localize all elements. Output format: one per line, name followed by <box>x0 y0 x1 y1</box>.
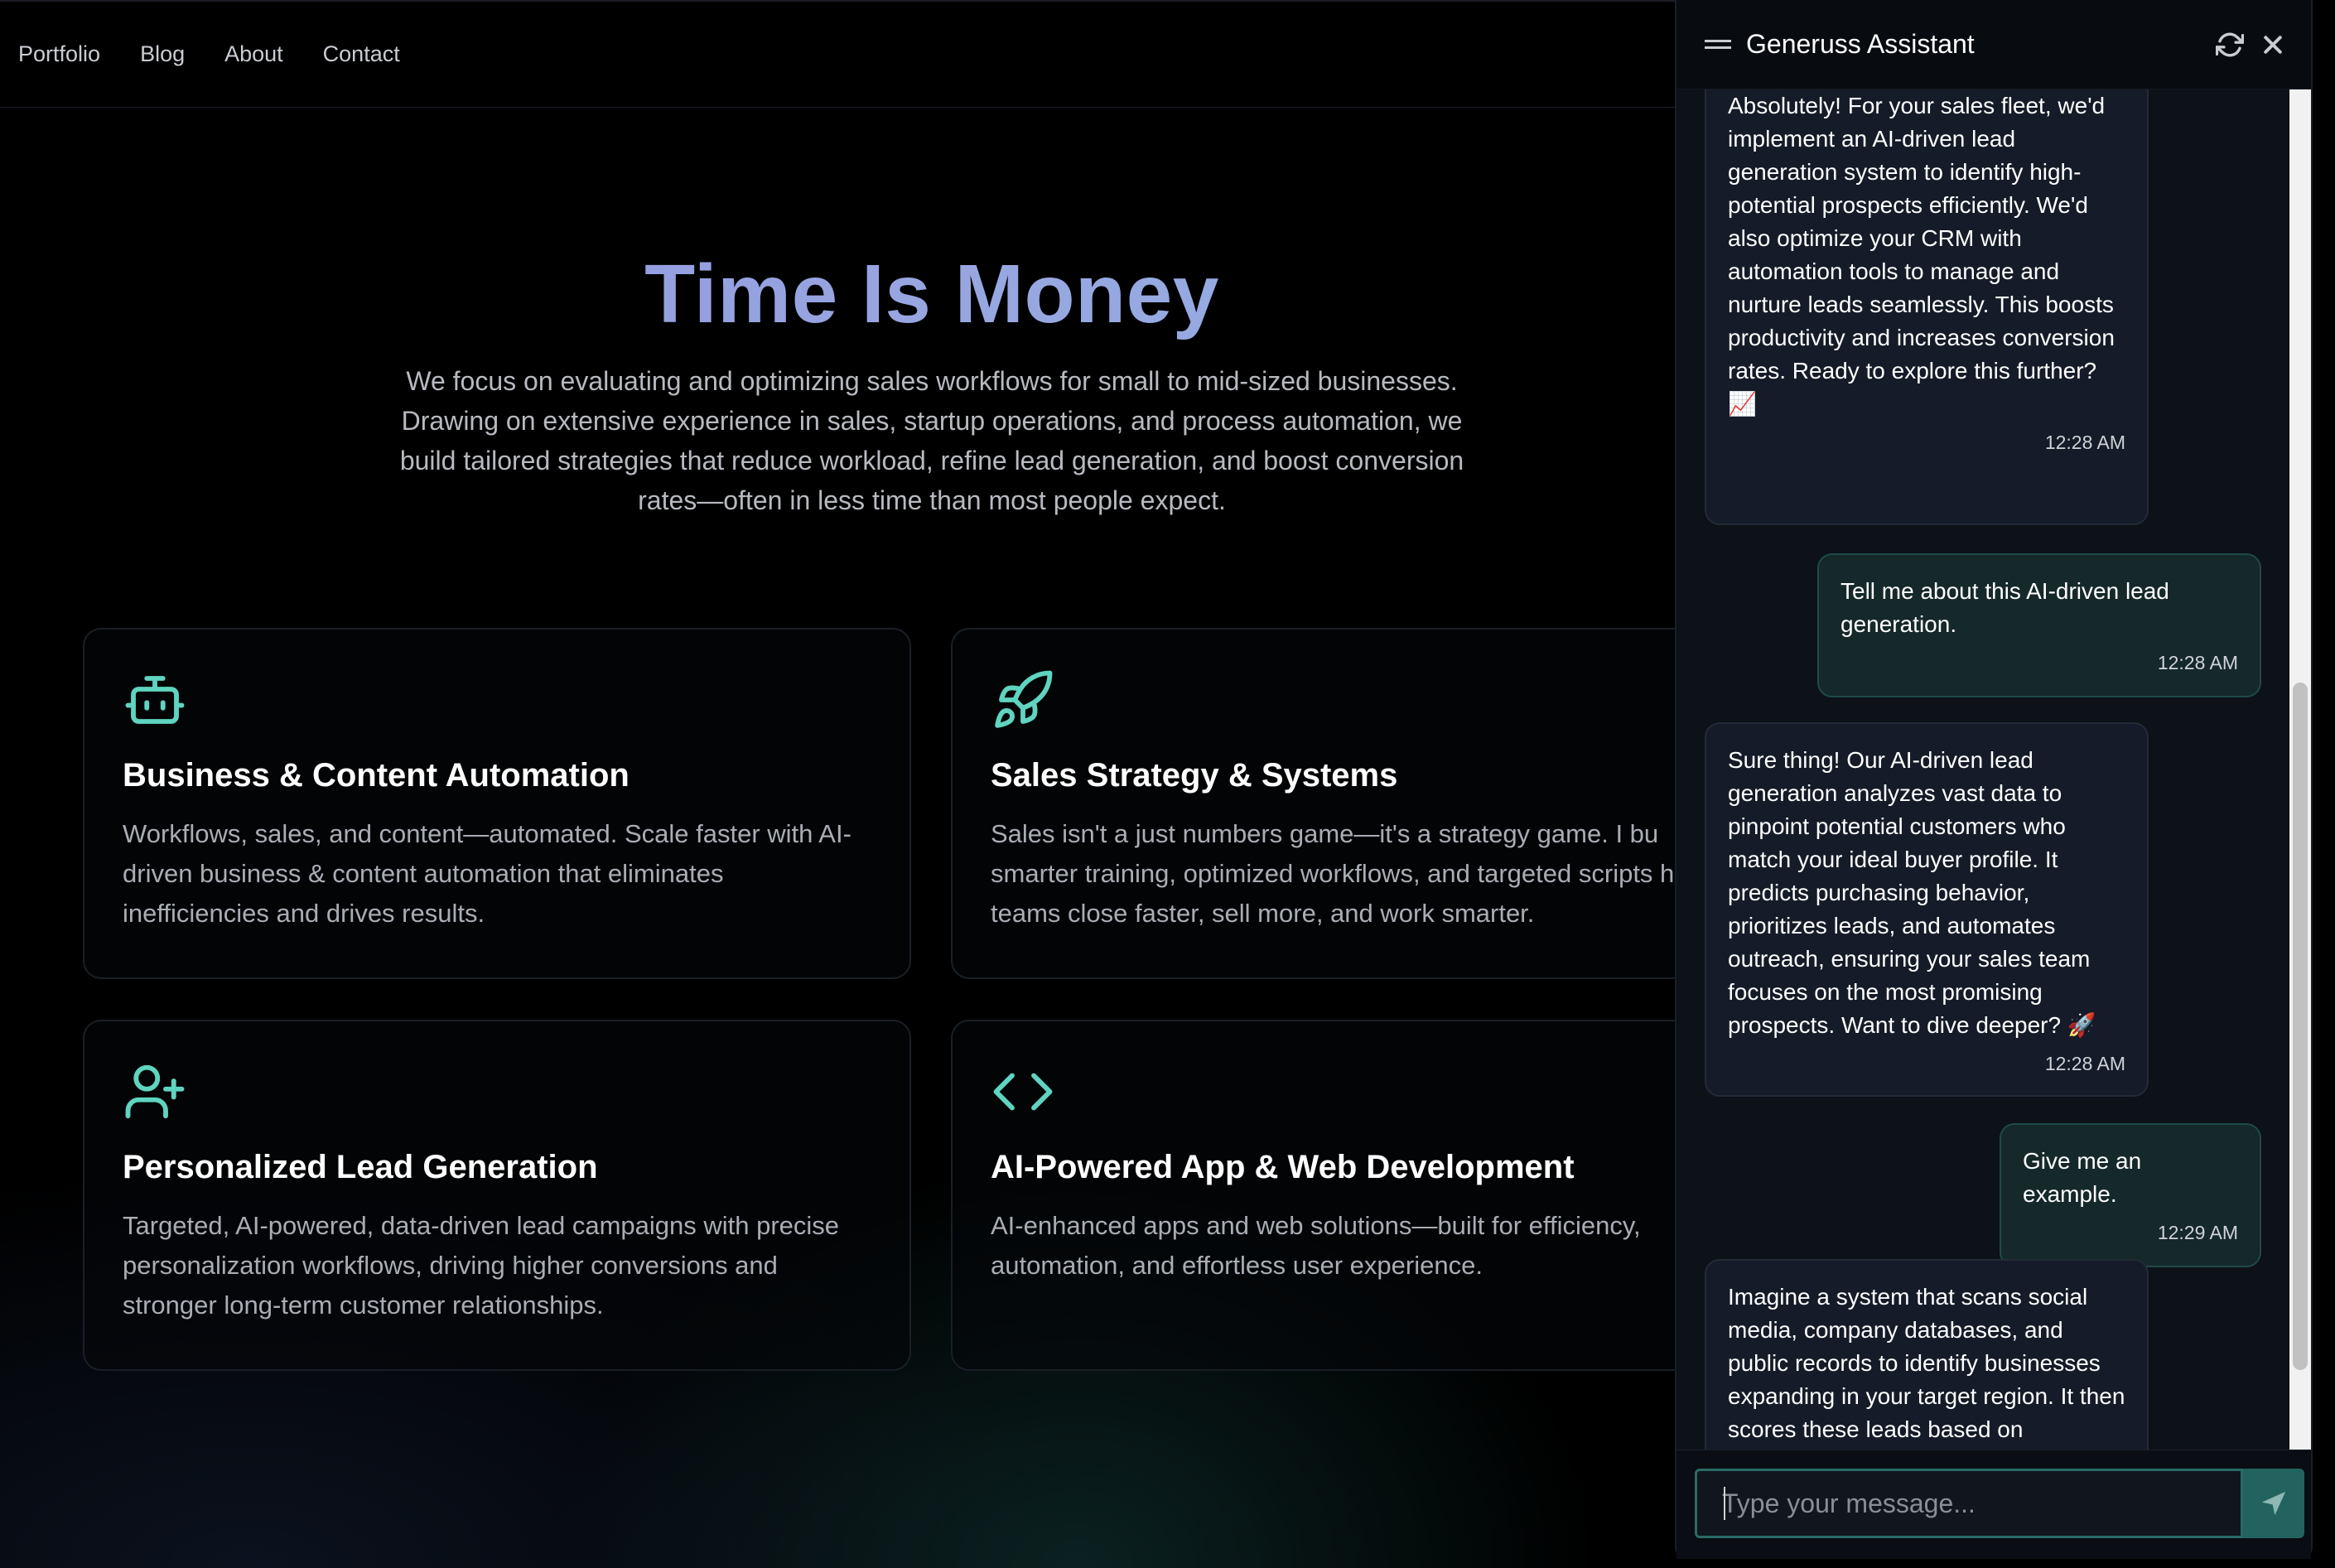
send-button[interactable] <box>2243 1469 2304 1538</box>
card-text: Sales isn't a just numbers game—it's a s… <box>991 819 1709 928</box>
user-message: Tell me about this AI-driven lead genera… <box>1817 553 2261 697</box>
service-card-automation: Business & Content Automation Workflows,… <box>83 628 911 979</box>
service-card-sales-strategy: Sales Strategy & Systems Sales isn't a j… <box>951 628 1779 979</box>
message-timestamp: 12:28 AM <box>2044 1053 2125 1074</box>
text-cursor <box>1724 1487 1725 1520</box>
chat-scrollbar-thumb[interactable] <box>2293 683 2308 1370</box>
chat-panel: Generuss Assistant Absolutely! For your … <box>1675 0 2313 1559</box>
chat-header[interactable]: Generuss Assistant <box>1676 0 2311 89</box>
chat-scrollbar[interactable] <box>2289 89 2311 1450</box>
card-text: Workflows, sales, and content—automated.… <box>123 819 852 928</box>
chat-title: Generuss Assistant <box>1746 29 1975 59</box>
nav-link-about[interactable]: About <box>224 41 283 67</box>
assistant-message: Absolutely! For your sales fleet, we'd i… <box>1705 89 2149 525</box>
message-timestamp: 12:28 AM <box>2044 432 2125 453</box>
drag-handle-icon[interactable] <box>1705 37 1731 52</box>
message-text: Absolutely! For your sales fleet, we'd i… <box>1728 93 2115 417</box>
card-title: Sales Strategy & Systems <box>991 757 1398 794</box>
message-timestamp: 12:28 AM <box>2157 652 2238 673</box>
card-text: Targeted, AI-powered, data-driven lead c… <box>123 1211 840 1320</box>
assistant-message: Imagine a system that scans social media… <box>1705 1259 2149 1450</box>
top-nav: Portfolio Blog About Contact <box>0 0 1690 108</box>
hero-title: Time Is Money <box>0 247 1864 342</box>
message-text: Sure thing! Our AI-driven lead generatio… <box>1728 747 2096 1038</box>
hero-description: We focus on evaluating and optimizing sa… <box>399 366 1464 515</box>
message-timestamp: 12:29 AM <box>2157 1222 2238 1243</box>
card-text: AI-enhanced apps and web solutions—built… <box>991 1211 1641 1280</box>
service-card-lead-generation: Personalized Lead Generation Targeted, A… <box>83 1020 911 1371</box>
chat-messages[interactable]: Absolutely! For your sales fleet, we'd i… <box>1676 89 2288 1450</box>
card-title: Business & Content Automation <box>123 757 630 794</box>
robot-icon <box>125 676 185 724</box>
code-icon <box>993 1073 1053 1111</box>
user-plus-icon <box>125 1064 185 1119</box>
nav-link-contact[interactable]: Contact <box>323 41 400 67</box>
card-title: AI-Powered App & Web Development <box>991 1149 1575 1185</box>
refresh-icon <box>2216 32 2244 56</box>
close-button[interactable] <box>2256 28 2289 61</box>
service-card-app-web-dev: AI-Powered App & Web Development AI-enha… <box>951 1020 1779 1371</box>
refresh-button[interactable] <box>2213 28 2246 61</box>
chat-footer <box>1676 1450 2311 1559</box>
card-title: Personalized Lead Generation <box>123 1149 598 1185</box>
send-icon <box>2261 1491 2286 1516</box>
user-message: Give me an example. 12:29 AM <box>2000 1123 2261 1267</box>
message-text: Tell me about this AI-driven lead genera… <box>1841 578 2169 637</box>
rocket-icon <box>995 670 1053 728</box>
message-input[interactable] <box>1695 1469 2243 1538</box>
nav-link-blog[interactable]: Blog <box>140 41 185 67</box>
nav-link-portfolio[interactable]: Portfolio <box>18 41 100 67</box>
assistant-message: Sure thing! Our AI-driven lead generatio… <box>1705 722 2149 1097</box>
message-text: Imagine a system that scans social media… <box>1728 1284 2125 1442</box>
close-icon <box>2264 35 2282 54</box>
message-text: Give me an example. <box>2023 1148 2142 1207</box>
